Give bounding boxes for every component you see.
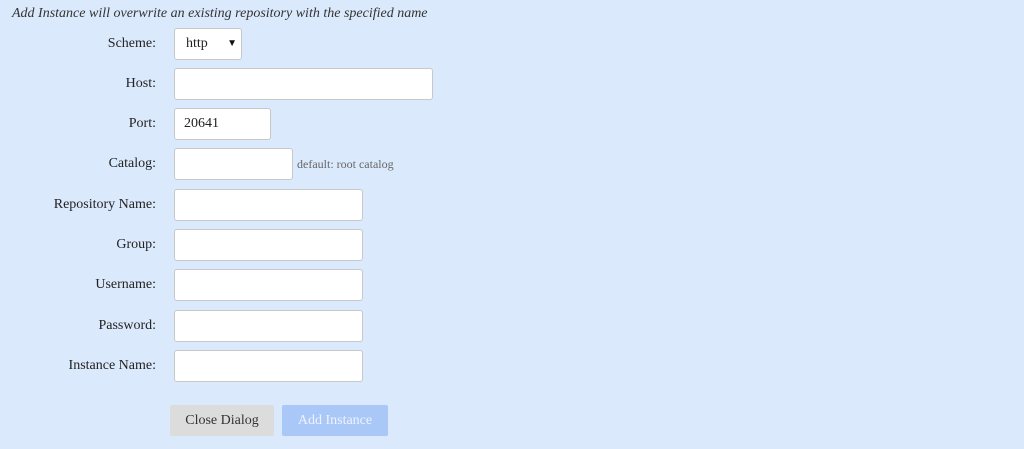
repository-name-input[interactable] xyxy=(174,189,363,221)
instance-name-label: Instance Name: xyxy=(68,358,156,373)
port-row: Port: xyxy=(0,108,1024,140)
host-label: Host: xyxy=(125,76,156,91)
caret-down-icon: ▼ xyxy=(227,38,237,49)
group-label: Group: xyxy=(116,237,156,252)
scheme-row: Scheme: http ▼ xyxy=(0,28,1024,60)
password-label: Password: xyxy=(98,318,156,333)
username-input[interactable] xyxy=(174,269,363,301)
catalog-row: Catalog: default: root catalog xyxy=(0,148,1024,180)
group-input[interactable] xyxy=(174,229,363,261)
add-instance-button[interactable]: Add Instance xyxy=(282,405,388,436)
port-label: Port: xyxy=(128,116,156,131)
username-row: Username: xyxy=(0,269,1024,301)
repository-name-row: Repository Name: xyxy=(0,189,1024,221)
catalog-hint: default: root catalog xyxy=(297,157,394,171)
scheme-select-value: http xyxy=(186,36,208,51)
overwrite-warning-note: Add Instance will overwrite an existing … xyxy=(12,6,428,21)
username-label: Username: xyxy=(95,277,156,292)
catalog-label: Catalog: xyxy=(108,156,156,171)
instance-name-input[interactable] xyxy=(174,350,363,382)
instance-name-row: Instance Name: xyxy=(0,350,1024,382)
port-input[interactable] xyxy=(174,108,271,140)
scheme-label: Scheme: xyxy=(107,36,156,51)
host-row: Host: xyxy=(0,68,1024,100)
scheme-select[interactable]: http ▼ xyxy=(174,28,242,60)
group-row: Group: xyxy=(0,229,1024,261)
repository-name-label: Repository Name: xyxy=(53,197,156,212)
catalog-input[interactable] xyxy=(174,148,293,180)
close-dialog-button[interactable]: Close Dialog xyxy=(170,405,274,436)
password-input[interactable] xyxy=(174,310,363,342)
host-input[interactable] xyxy=(174,68,433,100)
password-row: Password: xyxy=(0,310,1024,342)
